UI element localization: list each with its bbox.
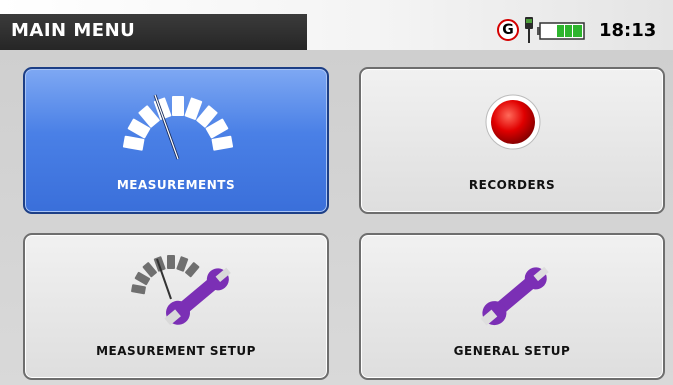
recorders-button[interactable]: RECORDERS xyxy=(359,67,665,214)
general-setup-label: GENERAL SETUP xyxy=(453,344,571,358)
wrench-icon xyxy=(480,266,549,326)
menu-grid: MEASUREMENTS RECORDERS MEASUREMENT SETUP… xyxy=(0,50,673,385)
status-area: G 18:13 xyxy=(497,16,673,46)
measurements-label: MEASUREMENTS xyxy=(116,178,236,192)
recorders-label: RECORDERS xyxy=(468,178,556,192)
measurement-setup-label: MEASUREMENT SETUP xyxy=(96,344,256,358)
measurements-button[interactable]: MEASUREMENTS xyxy=(23,67,329,214)
measurement-setup-button[interactable]: MEASUREMENT SETUP xyxy=(23,233,329,380)
gps-icon: G xyxy=(497,19,519,41)
general-setup-button[interactable]: GENERAL SETUP xyxy=(359,233,665,380)
gauge-icon xyxy=(122,94,234,160)
plug-icon xyxy=(525,17,533,43)
page-title: MAIN MENU xyxy=(11,20,136,41)
battery-icon xyxy=(537,22,585,40)
clock: 18:13 xyxy=(599,20,657,41)
top-bar: MAIN MENU G 18:13 xyxy=(0,0,673,50)
record-icon xyxy=(485,94,541,150)
gauge-wrench-icon xyxy=(131,255,231,326)
